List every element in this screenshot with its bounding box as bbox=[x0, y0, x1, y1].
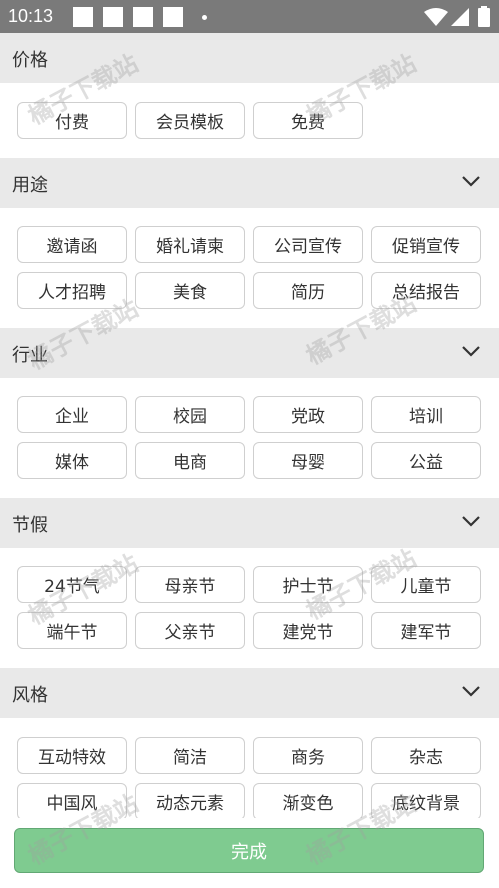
signal-icon bbox=[451, 8, 469, 26]
section-header-industry[interactable]: 行业 bbox=[0, 328, 499, 378]
chevron-down-icon[interactable] bbox=[461, 684, 481, 698]
filter-chip[interactable]: 简历 bbox=[253, 272, 363, 309]
filter-chip[interactable]: 端午节 bbox=[17, 612, 127, 649]
filter-chip[interactable]: 总结报告 bbox=[371, 272, 481, 309]
status-time: 10:13 bbox=[8, 6, 54, 26]
filter-chip[interactable]: 公益 bbox=[371, 442, 481, 479]
filter-chip[interactable]: 婚礼请柬 bbox=[135, 226, 245, 263]
filter-chip[interactable]: 媒体 bbox=[17, 442, 127, 479]
filter-chip[interactable]: 企业 bbox=[17, 396, 127, 433]
filter-chip[interactable]: 促销宣传 bbox=[371, 226, 481, 263]
chevron-down-icon[interactable] bbox=[461, 174, 481, 188]
more-notifications-icon bbox=[202, 15, 207, 20]
notification-icon bbox=[73, 7, 93, 27]
battery-icon bbox=[478, 6, 490, 27]
filter-chip[interactable]: 护士节 bbox=[253, 566, 363, 603]
filter-chip[interactable]: 校园 bbox=[135, 396, 245, 433]
filter-chip[interactable]: 电商 bbox=[135, 442, 245, 479]
chevron-down-icon[interactable] bbox=[461, 514, 481, 528]
filter-chip[interactable]: 母亲节 bbox=[135, 566, 245, 603]
filter-chip[interactable]: 会员模板 bbox=[135, 102, 245, 139]
section-header-usage[interactable]: 用途 bbox=[0, 158, 499, 208]
filter-chip[interactable]: 建党节 bbox=[253, 612, 363, 649]
filter-chip[interactable]: 母婴 bbox=[253, 442, 363, 479]
filter-chip[interactable]: 渐变色 bbox=[253, 783, 363, 820]
filter-chip[interactable]: 邀请函 bbox=[17, 226, 127, 263]
filter-chip[interactable]: 党政 bbox=[253, 396, 363, 433]
section-title: 用途 bbox=[12, 175, 48, 196]
section-header-price: 价格 bbox=[0, 33, 499, 83]
chevron-down-icon[interactable] bbox=[461, 344, 481, 358]
filter-chip[interactable]: 24节气 bbox=[17, 566, 127, 603]
section-title: 行业 bbox=[12, 345, 48, 366]
filter-chip[interactable]: 父亲节 bbox=[135, 612, 245, 649]
section-title: 节假 bbox=[12, 515, 48, 536]
filter-chip[interactable]: 底纹背景 bbox=[371, 783, 481, 820]
filter-chip[interactable]: 互动特效 bbox=[17, 737, 127, 774]
filter-chip[interactable]: 公司宣传 bbox=[253, 226, 363, 263]
section-header-holiday[interactable]: 节假 bbox=[0, 498, 499, 548]
filter-chip[interactable]: 杂志 bbox=[371, 737, 481, 774]
notification-icon bbox=[103, 7, 123, 27]
filter-chip[interactable]: 美食 bbox=[135, 272, 245, 309]
done-button[interactable]: 完成 bbox=[14, 828, 484, 873]
filter-chip[interactable]: 培训 bbox=[371, 396, 481, 433]
filter-chip[interactable]: 儿童节 bbox=[371, 566, 481, 603]
filter-chip[interactable]: 建军节 bbox=[371, 612, 481, 649]
filter-chip[interactable]: 商务 bbox=[253, 737, 363, 774]
status-bar: 10:13 bbox=[0, 0, 499, 33]
filter-chip[interactable]: 人才招聘 bbox=[17, 272, 127, 309]
notification-icon bbox=[163, 7, 183, 27]
notification-icon bbox=[133, 7, 153, 27]
filter-chip[interactable]: 动态元素 bbox=[135, 783, 245, 820]
filter-chip[interactable]: 中国风 bbox=[17, 783, 127, 820]
section-title: 价格 bbox=[12, 50, 48, 71]
filter-chip[interactable]: 简洁 bbox=[135, 737, 245, 774]
wifi-icon bbox=[424, 8, 448, 26]
filter-chip[interactable]: 免费 bbox=[253, 102, 363, 139]
filter-chip[interactable]: 付费 bbox=[17, 102, 127, 139]
section-header-style[interactable]: 风格 bbox=[0, 668, 499, 718]
section-title: 风格 bbox=[12, 685, 48, 706]
